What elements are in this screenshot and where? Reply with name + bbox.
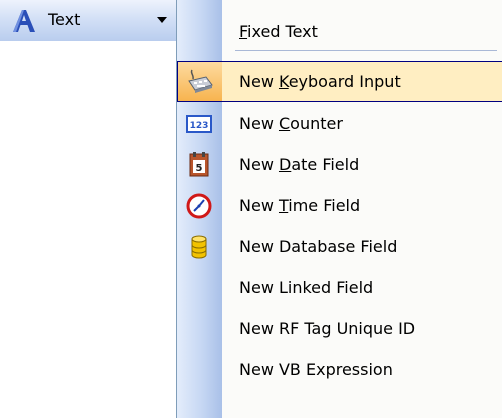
svg-text:123: 123 [190, 121, 209, 131]
menu-item-label: New RF Tag Unique ID [239, 319, 416, 338]
dropdown-arrow-icon[interactable] [157, 17, 167, 23]
menu-item-label: New Linked Field [239, 278, 374, 297]
menu-item-new-rf-tag-unique-id[interactable]: New RF Tag Unique ID [177, 308, 502, 349]
menu-item-label: New Time Field [239, 196, 361, 215]
menu-separator [235, 50, 497, 51]
menu-item-new-keyboard-input[interactable]: New Keyboard Input [177, 61, 502, 102]
keyboard-input-icon [188, 69, 213, 93]
svg-text:5: 5 [196, 163, 203, 174]
text-dropdown-button[interactable]: Text [0, 0, 177, 41]
menu-item-label: New Date Field [239, 155, 360, 174]
menu-item-label: New Keyboard Input [239, 72, 401, 91]
menu-item-label: New VB Expression [239, 360, 393, 379]
database-icon [191, 235, 207, 259]
clock-icon [186, 193, 212, 219]
menu-item-label: New Database Field [239, 237, 398, 256]
menu-item-label: New Counter [239, 114, 343, 133]
text-dropdown-label: Text [48, 10, 81, 29]
text-a-icon [13, 10, 35, 32]
menu-item-new-counter[interactable]: 123 New Counter [177, 103, 502, 144]
menu-item-fixed-text[interactable]: Fixed Text [177, 11, 502, 52]
menu-item-new-time-field[interactable]: New Time Field [177, 185, 502, 226]
calendar-icon: 5 [189, 152, 209, 177]
menu-item-new-vb-expression[interactable]: New VB Expression [177, 349, 502, 390]
counter-icon: 123 [186, 115, 212, 133]
menu-item-label: Fixed Text [239, 22, 318, 41]
menu-item-new-date-field[interactable]: 5 New Date Field [177, 144, 502, 185]
text-menu: Fixed Text New Keyboard Input 123 New Co… [176, 0, 502, 418]
menu-item-new-database-field[interactable]: New Database Field [177, 226, 502, 267]
menu-item-new-linked-field[interactable]: New Linked Field [177, 267, 502, 308]
